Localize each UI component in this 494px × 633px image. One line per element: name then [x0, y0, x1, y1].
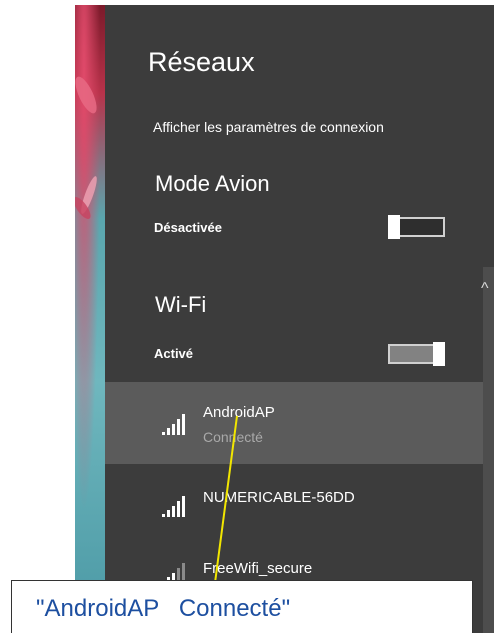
wifi-heading: Wi-Fi: [155, 292, 207, 317]
network-name: FreeWifi_secure: [203, 560, 313, 577]
scrollbar[interactable]: [483, 267, 494, 633]
networks-flyout: Réseaux Afficher les paramètres de conne…: [105, 5, 494, 633]
toggle-thumb: [388, 215, 400, 239]
network-status: Connecté: [203, 429, 263, 445]
wifi-signal-icon: [162, 496, 185, 517]
network-item-androidap[interactable]: AndroidAP Connecté: [105, 382, 483, 464]
network-name: NUMERICABLE-56DD: [203, 489, 355, 506]
wallpaper-decoration: [75, 73, 101, 117]
airplane-mode-toggle[interactable]: [388, 215, 445, 239]
airplane-mode-state: Désactivée: [154, 220, 222, 235]
panel-title: Réseaux: [148, 47, 255, 77]
network-name: AndroidAP: [203, 404, 275, 421]
connection-settings-link[interactable]: Afficher les paramètres de connexion: [153, 119, 384, 135]
desktop-wallpaper: [75, 5, 105, 633]
wifi-toggle[interactable]: [388, 342, 445, 366]
wifi-state: Activé: [154, 346, 194, 361]
scroll-up-icon[interactable]: ^: [481, 281, 489, 297]
network-item-numericable[interactable]: NUMERICABLE-56DD: [105, 464, 483, 546]
wifi-signal-icon: [162, 414, 185, 435]
airplane-mode-heading: Mode Avion: [155, 171, 270, 196]
toggle-thumb: [433, 342, 445, 366]
annotation-callout: "AndroidAP Connecté": [11, 580, 473, 633]
